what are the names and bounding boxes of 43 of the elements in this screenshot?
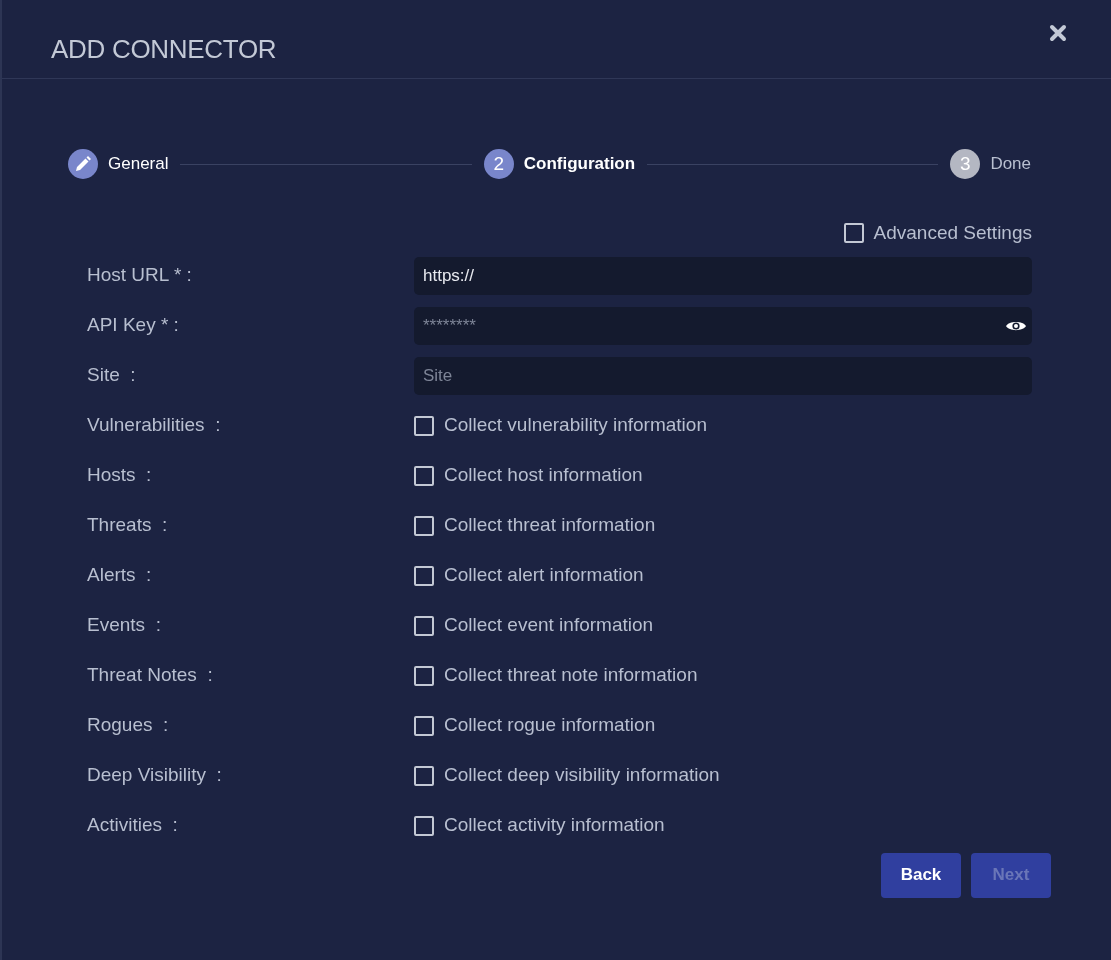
checkbox-label: Collect alert information	[444, 563, 644, 588]
checkbox[interactable]	[414, 515, 434, 536]
field-label: Vulnerabilities :	[87, 413, 222, 438]
input-field[interactable]: Site	[414, 356, 1032, 395]
checkbox[interactable]	[414, 565, 434, 586]
field-label: Deep Visibility :	[87, 763, 223, 788]
checkbox[interactable]	[414, 465, 434, 486]
checkbox-label: Collect deep visibility information	[444, 763, 720, 788]
field-label: Activities :	[87, 813, 179, 838]
checkbox-label: Collect host information	[444, 463, 643, 488]
checkbox-label: Collect activity information	[444, 813, 665, 838]
field-label: Rogues :	[87, 713, 170, 738]
step-label[interactable]: Done	[990, 151, 1031, 177]
checkbox-label: Collect vulnerability information	[444, 413, 707, 438]
checkbox-label: Advanced Settings	[873, 221, 1032, 245]
checkbox-label: Collect threat information	[444, 513, 656, 538]
dialog-title: ADD CONNECTOR	[51, 33, 278, 66]
field-label: Threats :	[87, 513, 169, 538]
step-label[interactable]: General	[108, 151, 169, 177]
field-label: Host URL * :	[87, 263, 193, 288]
checkbox[interactable]	[414, 665, 434, 686]
input-field[interactable]: https://	[414, 256, 1032, 295]
field-label: Hosts :	[87, 463, 153, 488]
field-label: Threat Notes :	[87, 663, 214, 688]
checkbox[interactable]	[414, 765, 434, 786]
field-label: Alerts :	[87, 563, 153, 588]
checkbox[interactable]	[414, 615, 434, 636]
button: Next	[971, 852, 1051, 898]
checkbox-label: Collect event information	[444, 613, 654, 638]
password-field[interactable]: ********	[414, 306, 1032, 345]
field-label: Site :	[87, 363, 137, 388]
field-label: Events :	[87, 613, 162, 638]
checkbox[interactable]	[414, 815, 434, 836]
button[interactable]: Back	[881, 852, 961, 898]
checkbox[interactable]	[414, 415, 434, 436]
checkbox[interactable]	[414, 715, 434, 736]
checkbox-label: Collect threat note information	[444, 663, 698, 688]
step-number: 3	[950, 149, 981, 179]
checkbox-label: Collect rogue information	[444, 713, 656, 738]
field-label: API Key * :	[87, 313, 180, 338]
checkbox[interactable]	[843, 223, 864, 244]
step-label[interactable]: Configuration	[523, 151, 636, 177]
step-number: 2	[483, 149, 514, 179]
